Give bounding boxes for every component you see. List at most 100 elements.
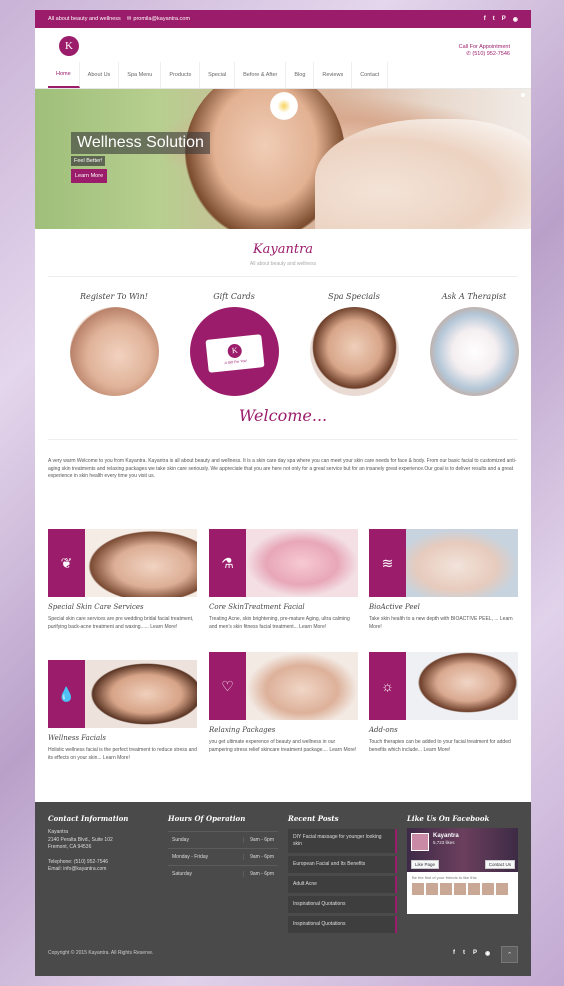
service-title[interactable]: Wellness Facials bbox=[48, 734, 197, 742]
therapist-image[interactable] bbox=[429, 307, 519, 396]
service-photo bbox=[246, 652, 358, 720]
pinterest-icon[interactable]: P bbox=[473, 950, 477, 957]
service-title[interactable]: Relaxing Packages bbox=[209, 726, 358, 734]
footer-posts: Recent Posts DIY Facial massage for youn… bbox=[288, 814, 397, 936]
top-tagline: All about beauty and wellness bbox=[48, 16, 121, 22]
avatar[interactable] bbox=[454, 883, 466, 895]
scroll-top-button[interactable]: ⌃ bbox=[501, 946, 518, 963]
post-link[interactable]: Inspirational Quotations bbox=[288, 896, 397, 913]
service-card[interactable]: ⚗ Core SkinTreatment Facial Treating Acn… bbox=[209, 529, 358, 631]
service-title[interactable]: Add-ons bbox=[369, 726, 518, 734]
nav-about[interactable]: About Us bbox=[80, 62, 120, 88]
hours-row: Monday - Friday 9am - 6pm bbox=[168, 848, 278, 865]
register-image[interactable] bbox=[69, 307, 159, 396]
nav-special[interactable]: Special bbox=[200, 62, 236, 88]
avatar[interactable] bbox=[440, 883, 452, 895]
category-row: Register To Win! Gift Cards K A Gift For… bbox=[35, 277, 531, 396]
call-phone[interactable]: ✆ (510) 952-7546 bbox=[459, 51, 510, 58]
like-page-button[interactable]: Like Page bbox=[411, 860, 440, 869]
post-link[interactable]: European Facial and Its Benefits bbox=[288, 856, 397, 873]
welcome-heading: Welcome... bbox=[238, 406, 328, 425]
contact-telephone[interactable]: Telephone: (510) 952-7546 bbox=[48, 859, 128, 867]
rss-icon[interactable]: ◉ bbox=[485, 950, 490, 957]
pinterest-icon[interactable]: P bbox=[502, 16, 506, 23]
service-card[interactable]: ≋ BioActive Peel Take skin health to a n… bbox=[369, 529, 518, 631]
facebook-page-name[interactable]: Kayantra bbox=[433, 833, 459, 839]
facebook-likes: 5,723 likes bbox=[433, 840, 455, 845]
category-gift-cards[interactable]: Gift Cards K A Gift For You! bbox=[189, 292, 279, 396]
nav-home[interactable]: Home bbox=[48, 62, 80, 88]
service-card[interactable]: ☼ Add-ons Touch therapies can be added t… bbox=[369, 652, 518, 754]
category-register[interactable]: Register To Win! bbox=[69, 292, 159, 396]
hours-row: Sunday 9am - 6pm bbox=[168, 831, 278, 848]
category-title: Gift Cards bbox=[213, 292, 255, 301]
service-card[interactable]: ❦ Special Skin Care Services Special ski… bbox=[48, 529, 197, 631]
nav-before-after[interactable]: Before & After bbox=[235, 62, 287, 88]
service-image[interactable]: 💧 bbox=[48, 660, 197, 728]
avatar[interactable] bbox=[468, 883, 480, 895]
service-image[interactable]: ⚗ bbox=[209, 529, 358, 597]
post-link[interactable]: Inspirational Quotations bbox=[288, 916, 397, 933]
nav-blog[interactable]: Blog bbox=[286, 62, 315, 88]
category-title: Register To Win! bbox=[80, 292, 148, 301]
welcome-text: A very warm Welcome to you from Kayantra… bbox=[48, 458, 517, 480]
main-nav: Home About Us Spa Menu Products Special … bbox=[35, 62, 531, 89]
hours-time: 9am - 6pm bbox=[243, 871, 274, 877]
service-title[interactable]: BioActive Peel bbox=[369, 603, 518, 611]
contact-us-button[interactable]: Contact Us bbox=[484, 860, 515, 869]
leaf-icon: ❦ bbox=[48, 529, 85, 597]
service-photo bbox=[406, 529, 518, 597]
hero-shoulder-image bbox=[315, 119, 531, 229]
facebook-icon[interactable]: f bbox=[484, 16, 486, 23]
contact-email[interactable]: Email: info@kayantra.com bbox=[48, 866, 128, 874]
hero-subtitle: Feel Better! bbox=[71, 156, 106, 166]
waves-icon: ≋ bbox=[369, 529, 406, 597]
header: K Call For Appointment ✆ (510) 952-7546 bbox=[35, 28, 531, 62]
service-card[interactable]: ♡ Relaxing Packages you get ultimate exp… bbox=[209, 652, 358, 754]
avatar[interactable] bbox=[411, 833, 429, 851]
footer-facebook: Like Us On Facebook bbox=[407, 814, 489, 823]
service-image[interactable]: ♡ bbox=[209, 652, 358, 720]
rss-icon[interactable]: ◉ bbox=[513, 16, 518, 23]
nav-contact[interactable]: Contact bbox=[352, 62, 389, 88]
gift-card-logo: K bbox=[226, 342, 242, 359]
gift-card-image[interactable]: K A Gift For You! bbox=[189, 307, 279, 396]
avatar[interactable] bbox=[426, 883, 438, 895]
top-email-text: promila@kayantra.com bbox=[133, 16, 191, 22]
avatar[interactable] bbox=[482, 883, 494, 895]
footer-contact: Contact Information Kayantra 2140 Peralt… bbox=[48, 814, 128, 874]
heart-icon: ♡ bbox=[209, 652, 246, 720]
avatar[interactable] bbox=[496, 883, 508, 895]
slider-dot[interactable] bbox=[521, 93, 525, 97]
category-spa-specials[interactable]: Spa Specials bbox=[309, 292, 399, 396]
top-email[interactable]: ✉ promila@kayantra.com bbox=[127, 16, 190, 22]
spa-specials-image[interactable] bbox=[309, 307, 399, 396]
avatar[interactable] bbox=[412, 883, 424, 895]
contact-address-2: Fremont, CA 94536 bbox=[48, 844, 92, 850]
service-image[interactable]: ❦ bbox=[48, 529, 197, 597]
facebook-icon[interactable]: f bbox=[453, 950, 455, 957]
service-text: Take skin health to a new depth with BIO… bbox=[369, 616, 513, 630]
twitter-icon[interactable]: t bbox=[463, 950, 465, 957]
contact-name: Kayantra bbox=[48, 829, 69, 835]
service-title[interactable]: Special Skin Care Services bbox=[48, 603, 197, 611]
service-image[interactable]: ≋ bbox=[369, 529, 518, 597]
service-text: Special skin care services are pre weddi… bbox=[48, 616, 194, 630]
post-link[interactable]: Adult Acne bbox=[288, 876, 397, 893]
service-text: Holistic wellness facial is the perfect … bbox=[48, 747, 197, 761]
facebook-widget[interactable]: Kayantra 5,723 likes Like Page Contact U… bbox=[407, 828, 518, 914]
hero-learn-more-button[interactable]: Learn More bbox=[71, 169, 108, 183]
nav-reviews[interactable]: Reviews bbox=[314, 62, 353, 88]
category-ask-therapist[interactable]: Ask A Therapist bbox=[429, 292, 519, 396]
gift-card: K A Gift For You! bbox=[204, 334, 265, 373]
post-link[interactable]: DIY Facial massage for younger looking s… bbox=[288, 829, 397, 853]
service-image[interactable]: ☼ bbox=[369, 652, 518, 720]
twitter-icon[interactable]: t bbox=[493, 16, 495, 23]
service-title[interactable]: Core SkinTreatment Facial bbox=[209, 603, 358, 611]
brand-name: Kayantra bbox=[252, 242, 314, 257]
nav-spa-menu[interactable]: Spa Menu bbox=[119, 62, 162, 88]
logo[interactable]: K bbox=[59, 36, 79, 56]
call-label: Call For Appointment bbox=[458, 44, 510, 50]
service-card[interactable]: 💧 Wellness Facials Holistic wellness fac… bbox=[48, 660, 197, 762]
nav-products[interactable]: Products bbox=[161, 62, 201, 88]
